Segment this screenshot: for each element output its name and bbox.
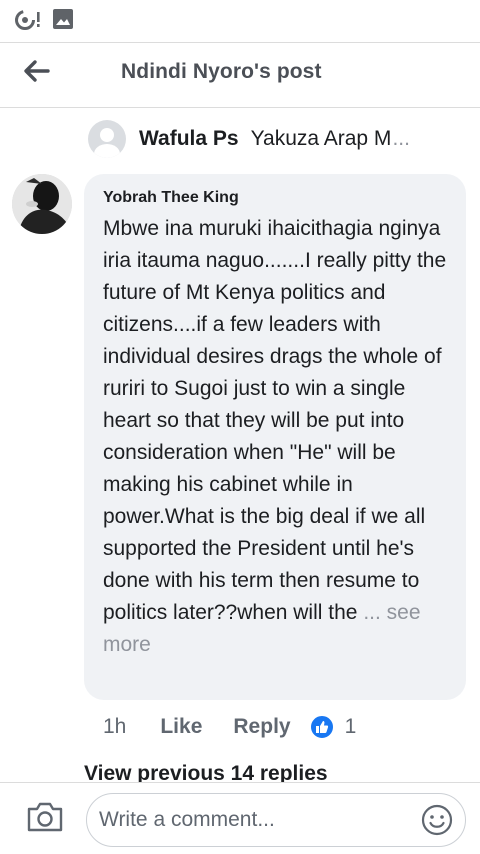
comment-body-text: Mbwe ina muruki ihaicithagia nginya iria… (103, 217, 447, 624)
thumbs-up-icon[interactable] (309, 715, 334, 739)
data-saver-icon (14, 8, 42, 37)
page-title: Ndindi Nyoro's post (121, 60, 322, 83)
reply-snippet: Yakuza Arap M (250, 127, 392, 150)
arrow-left-icon (22, 59, 50, 88)
image-icon (52, 8, 74, 35)
comment-timestamp: 1h (103, 715, 127, 738)
comment-author[interactable]: Yobrah Thee King (103, 188, 452, 208)
smiley-icon[interactable] (421, 804, 453, 836)
comment-input-placeholder: Write a comment... (99, 808, 275, 831)
reply-context[interactable]: Wafula Ps Yakuza Arap M ... (88, 118, 458, 160)
avatar[interactable] (12, 174, 72, 234)
avatar (88, 120, 126, 158)
camera-icon (26, 802, 64, 837)
comment-actions: 1h Like Reply 1 (103, 709, 463, 745)
status-bar (0, 0, 480, 38)
like-button[interactable]: Like (160, 715, 202, 739)
comment-text: Mbwe ina muruki ihaicithagia nginya iria… (103, 213, 452, 661)
camera-button[interactable] (26, 801, 64, 835)
reply-author-name[interactable]: Wafula Ps (139, 127, 239, 151)
back-button[interactable] (18, 57, 54, 89)
comment-composer: Write a comment... (0, 782, 480, 854)
reply-button[interactable]: Reply (233, 715, 290, 739)
comment-input[interactable]: Write a comment... (86, 793, 466, 847)
post-header: Ndindi Nyoro's post (0, 42, 480, 108)
comment-bubble: Yobrah Thee King Mbwe ina muruki ihaicit… (84, 174, 466, 700)
reaction-count: 1 (344, 715, 357, 738)
reply-ellipsis: ... (392, 127, 410, 150)
